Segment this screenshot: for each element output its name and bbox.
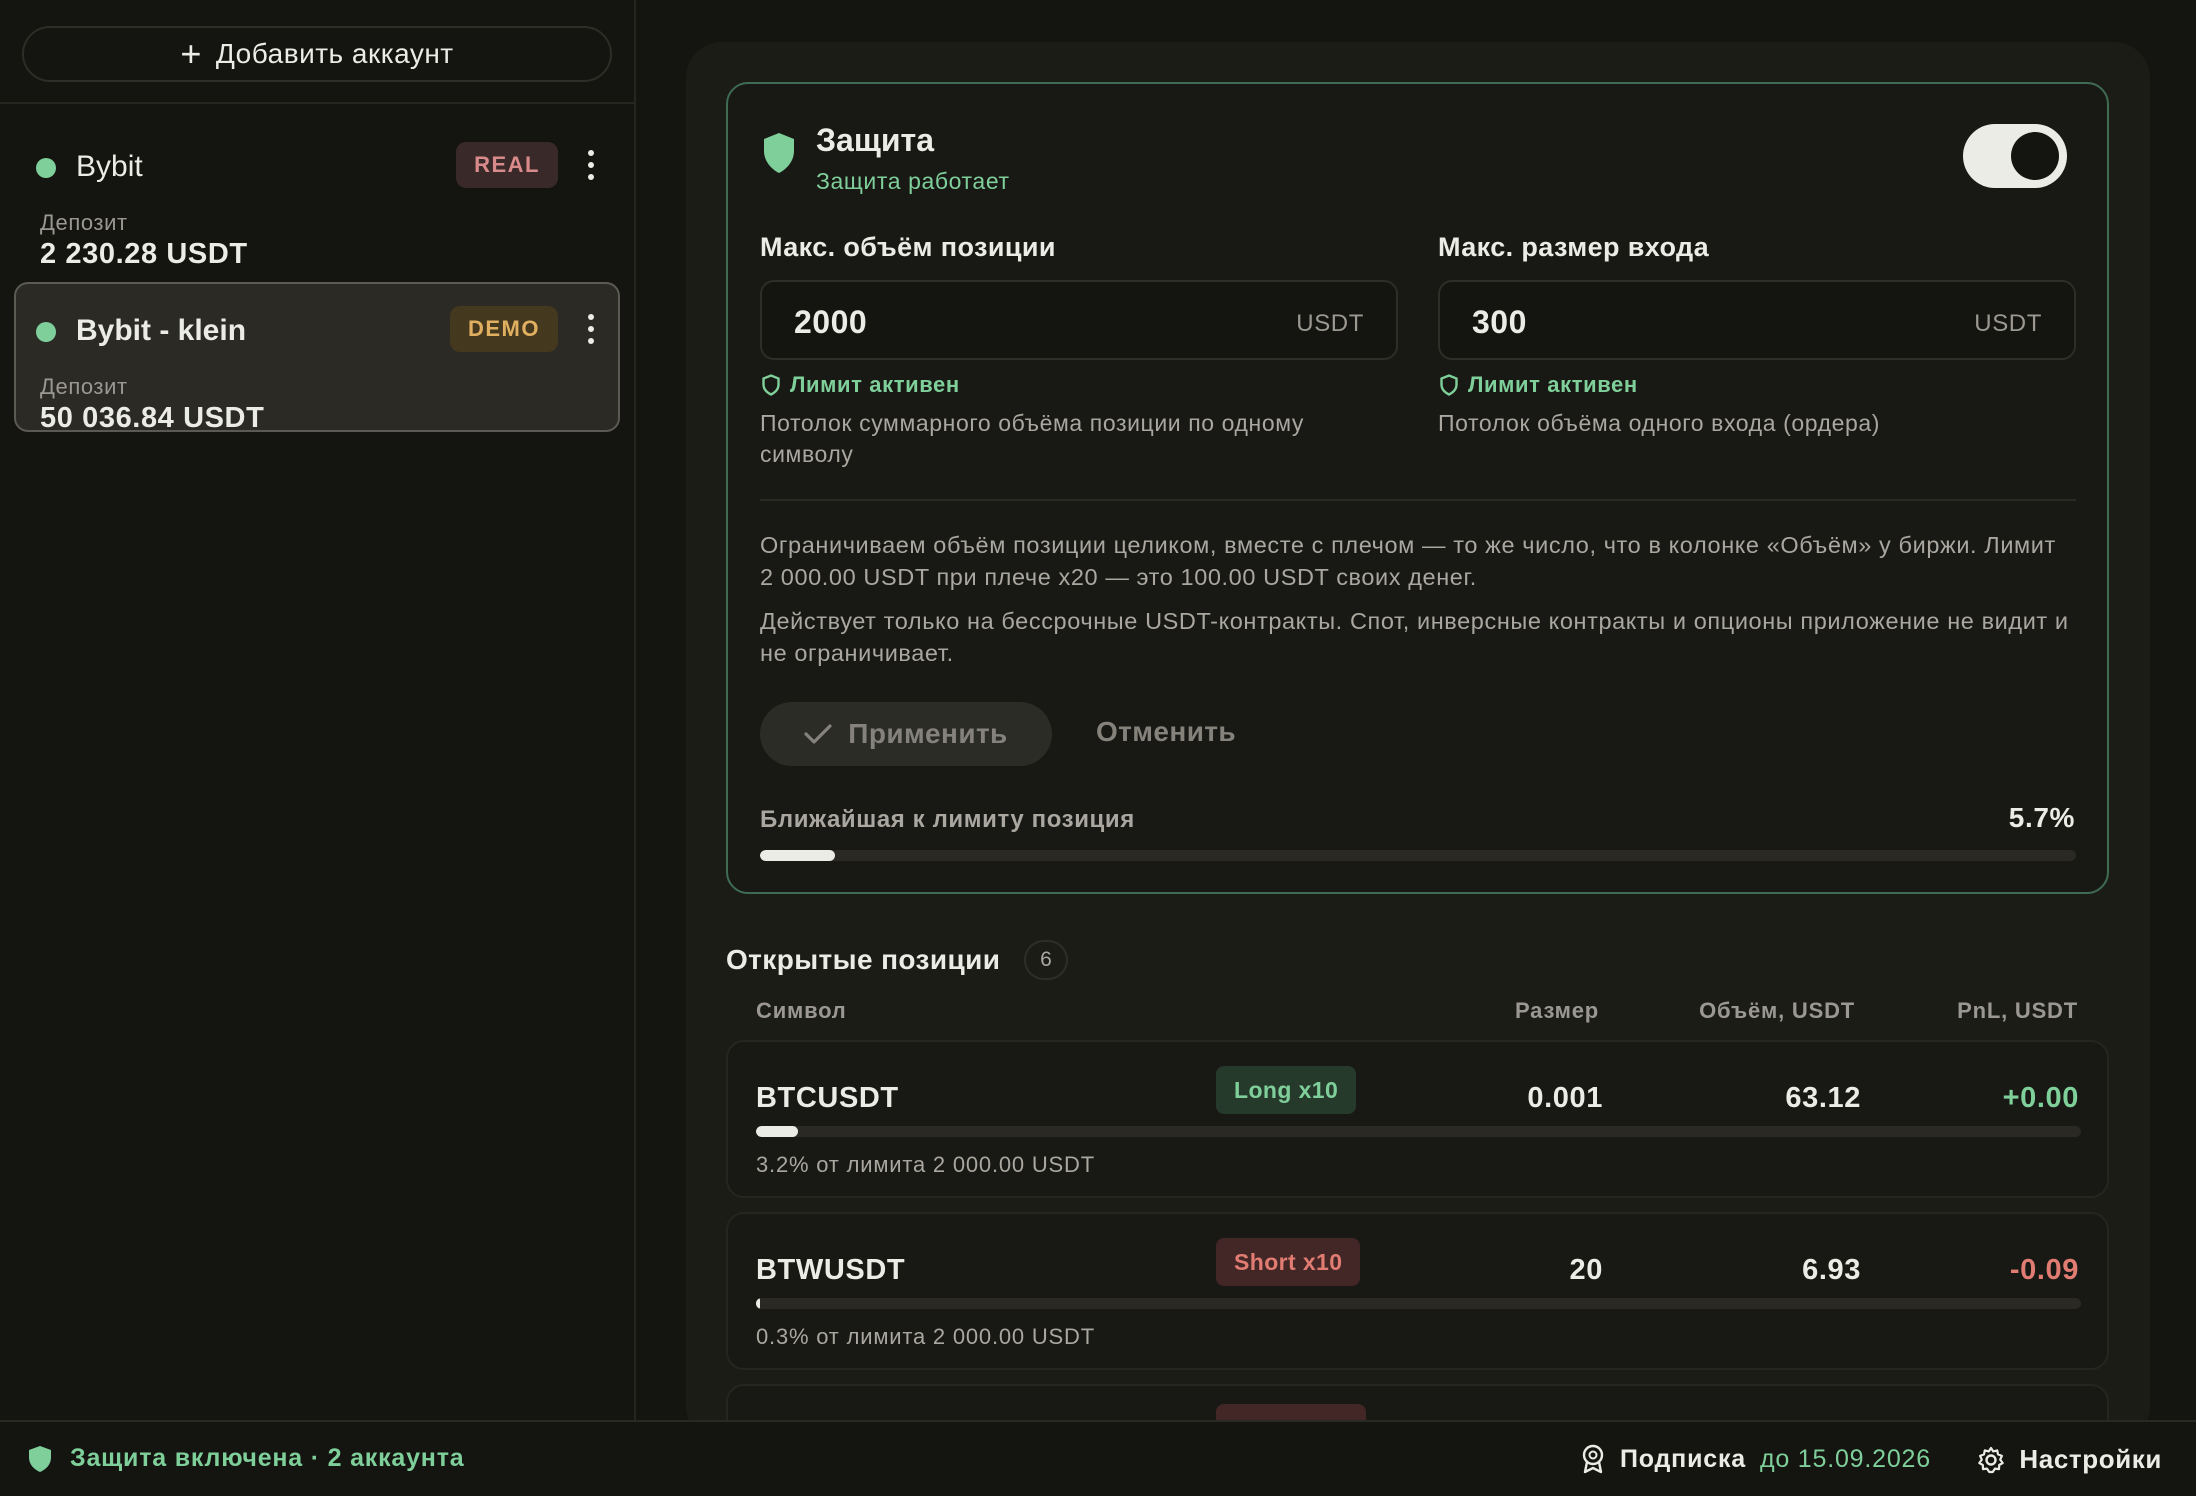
position-volume: 63.12 [1785, 1082, 1861, 1114]
protection-status-indicator: Защита включена · 2 аккаунта [28, 1444, 464, 1473]
section-divider [760, 499, 2076, 501]
max-entry-value: 300 [1472, 304, 1527, 340]
nearest-limit-value: 5.7% [2008, 802, 2075, 833]
protection-title: Защита [816, 122, 934, 158]
position-limit-text: 3.2% от лимита 2 000.00 USDT [756, 1152, 1095, 1177]
nearest-limit-progress-fill [760, 850, 835, 861]
position-side-badge: Long x10 [1216, 1066, 1357, 1114]
max-entry-hint: Потолок объёма одного входа (ордера) [1438, 410, 1881, 436]
toggle-knob [2011, 132, 2059, 180]
award-icon [1582, 1444, 1604, 1474]
account-type-badge: DEMO [450, 306, 558, 352]
position-limit-progress-fill [756, 1298, 760, 1309]
deposit-value: 50 036.84 USDT [40, 402, 265, 434]
add-account-button[interactable]: + Добавить аккаунт [22, 26, 612, 82]
position-symbol: BTCUSDT [756, 1082, 899, 1114]
account-item-bybit[interactable]: Bybit REAL Депозит 2 230.28 USDT [14, 118, 620, 270]
subscription-date: до 15.09.2026 [1759, 1444, 1931, 1473]
checkmark-icon [804, 724, 832, 744]
more-menu-icon[interactable] [584, 150, 598, 180]
max-position-hint: Потолок суммарного объёма позиции по одн… [760, 410, 1305, 467]
protection-toggle[interactable] [1963, 124, 2067, 188]
gear-icon [1978, 1446, 2005, 1473]
status-dot [36, 322, 56, 342]
scope-text: Действует только на бессрочные USDT-конт… [760, 608, 2069, 666]
position-row[interactable]: BTWUSDT Short x10 20 6.93 -0.09 0.3% от … [726, 1212, 2109, 1370]
account-name: Bybit [76, 150, 143, 183]
shield-icon [29, 1445, 51, 1472]
status-dot [36, 158, 56, 178]
max-position-label: Макс. объём позиции [760, 232, 1056, 262]
position-limit-progress-fill [756, 1126, 799, 1137]
settings-label: Настройки [2019, 1444, 2162, 1474]
position-pnl: +0.00 [2002, 1082, 2079, 1114]
max-entry-limit-status: Лимит активен [1440, 372, 1638, 398]
max-entry-field[interactable]: 300 USDT [1438, 280, 2076, 360]
unit-label: USDT [1296, 310, 1364, 337]
positions-title: Открытые позиции [726, 944, 1001, 975]
position-pnl: -0.09 [2009, 1254, 2079, 1286]
column-header-volume: Объём, USDT [1699, 998, 1855, 1023]
deposit-label: Депозит [40, 374, 128, 399]
add-account-label: Добавить аккаунт [215, 38, 454, 69]
accounts-sidebar: + Добавить аккаунт Bybit REAL Депозит 2 … [0, 0, 636, 1420]
protection-card [726, 82, 2109, 894]
positions-count-badge: 6 [1024, 940, 1068, 980]
more-menu-icon[interactable] [584, 314, 598, 344]
max-position-limit-status: Лимит активен [762, 372, 960, 398]
position-volume: 6.93 [1802, 1254, 1861, 1286]
deposit-label: Депозит [40, 210, 128, 235]
max-entry-label: Макс. размер входа [1438, 232, 1710, 262]
plus-icon: + [180, 33, 202, 74]
position-limit-progress [756, 1298, 2081, 1309]
subscription-info[interactable]: Подписка до 15.09.2026 [1580, 1444, 1931, 1474]
nearest-limit-progress [760, 850, 2076, 861]
limit-status-text: Лимит активен [790, 372, 960, 397]
subscription-label: Подписка [1620, 1444, 1746, 1473]
limit-status-text: Лимит активен [1468, 372, 1638, 397]
position-size: 20 [1569, 1254, 1603, 1286]
position-row[interactable]: BTCUSDT Long x10 0.001 63.12 +0.00 3.2% … [726, 1040, 2109, 1198]
explanation-text: Ограничиваем объём позиции целиком, вмес… [760, 532, 2056, 590]
nearest-limit-label: Ближайшая к лимиту позиция [760, 806, 1135, 833]
cancel-button[interactable]: Отменить [1096, 716, 1236, 748]
position-side-badge: Short x10 [1216, 1238, 1361, 1286]
apply-label: Применить [848, 718, 1008, 749]
account-name: Bybit - klein [76, 314, 247, 347]
position-size: 0.001 [1527, 1082, 1603, 1114]
account-item-bybit-klein[interactable]: Bybit - klein DEMO Депозит 50 036.84 USD… [14, 282, 620, 434]
status-bar: Защита включена · 2 аккаунта Подписка до… [0, 1420, 2196, 1496]
max-position-value: 2000 [794, 304, 868, 340]
position-limit-text: 0.3% от лимита 2 000.00 USDT [756, 1324, 1095, 1349]
position-limit-progress [756, 1126, 2081, 1137]
deposit-value: 2 230.28 USDT [40, 238, 248, 270]
column-header-pnl: PnL, USDT [1957, 998, 2078, 1023]
max-position-field[interactable]: 2000 USDT [760, 280, 1398, 360]
apply-button[interactable]: Применить [760, 702, 1052, 766]
shield-outline-icon [762, 374, 780, 396]
shield-icon [764, 133, 794, 173]
column-header-symbol: Символ [756, 998, 847, 1023]
settings-button[interactable]: Настройки [1977, 1444, 2162, 1475]
column-header-size: Размер [1514, 998, 1599, 1023]
unit-label: USDT [1974, 310, 2042, 337]
sidebar-divider [0, 102, 636, 104]
shield-outline-icon [1440, 374, 1458, 396]
position-symbol: BTWUSDT [756, 1254, 906, 1286]
protection-status-text: Защита включена · 2 аккаунта [70, 1444, 465, 1472]
protection-status: Защита работает [816, 168, 1010, 194]
account-type-badge: REAL [456, 142, 558, 188]
